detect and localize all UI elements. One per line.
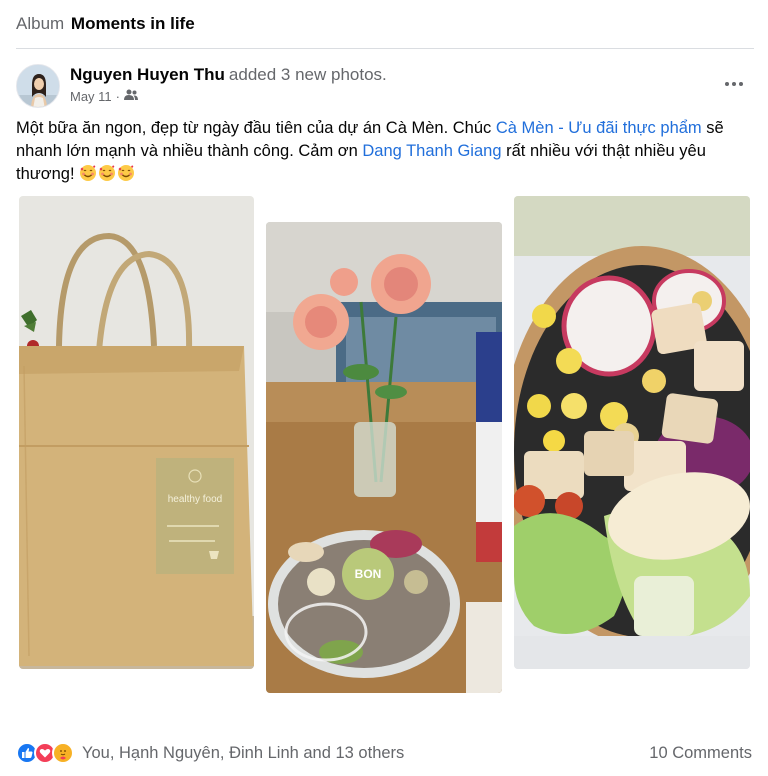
album-title[interactable]: Moments in life	[71, 14, 195, 33]
comments-count[interactable]: 10 Comments	[649, 742, 752, 764]
header-divider	[16, 48, 754, 49]
post-footer: You, Hạnh Nguyên, Đinh Linh and 13 other…	[16, 740, 754, 768]
smiling-face-with-hearts-icon	[117, 165, 136, 183]
lid-label-text: BON	[355, 567, 382, 581]
reactions-summary[interactable]: You, Hạnh Nguyên, Đinh Linh and 13 other…	[16, 742, 404, 764]
bag-label-text: healthy food	[168, 494, 223, 505]
album-prefix: Album	[16, 14, 65, 33]
reactions-text: You, Hạnh Nguyên, Đinh Linh and 13 other…	[82, 744, 405, 762]
salad-bowl-photo[interactable]	[514, 196, 750, 669]
more-options-icon[interactable]	[722, 72, 746, 96]
author-line: Nguyen Huyen Thu added 3 new photos.	[70, 64, 387, 86]
paper-bag-photo[interactable]: healthy food	[19, 196, 254, 669]
author-name[interactable]: Nguyen Huyen Thu	[70, 65, 225, 84]
album-header: Album Moments in life	[16, 13, 195, 35]
page-link[interactable]: Cà Mèn - Ưu đãi thực phẩm	[496, 119, 702, 137]
avatar[interactable]	[16, 64, 60, 108]
smiling-face-with-hearts-icon	[98, 165, 117, 183]
friends-icon[interactable]	[124, 89, 139, 105]
person-link[interactable]: Dang Thanh Giang	[362, 142, 501, 160]
author-action: added 3 new photos.	[228, 65, 387, 84]
post-meta: May 11 ·	[70, 89, 139, 105]
reaction-icons	[16, 742, 74, 764]
post-header: Nguyen Huyen Thu added 3 new photos. May …	[16, 62, 754, 112]
meta-separator: ·	[115, 89, 121, 104]
smiling-face-with-hearts-icon	[79, 165, 98, 183]
post-text-part: Một bữa ăn ngon, đẹp từ ngày đầu tiên củ…	[16, 119, 496, 137]
post-text: Một bữa ăn ngon, đẹp từ ngày đầu tiên củ…	[16, 117, 746, 186]
post-date[interactable]: May 11	[70, 89, 112, 105]
flowers-salad-box-photo[interactable]: BON	[266, 222, 502, 693]
care-icon	[52, 742, 74, 764]
